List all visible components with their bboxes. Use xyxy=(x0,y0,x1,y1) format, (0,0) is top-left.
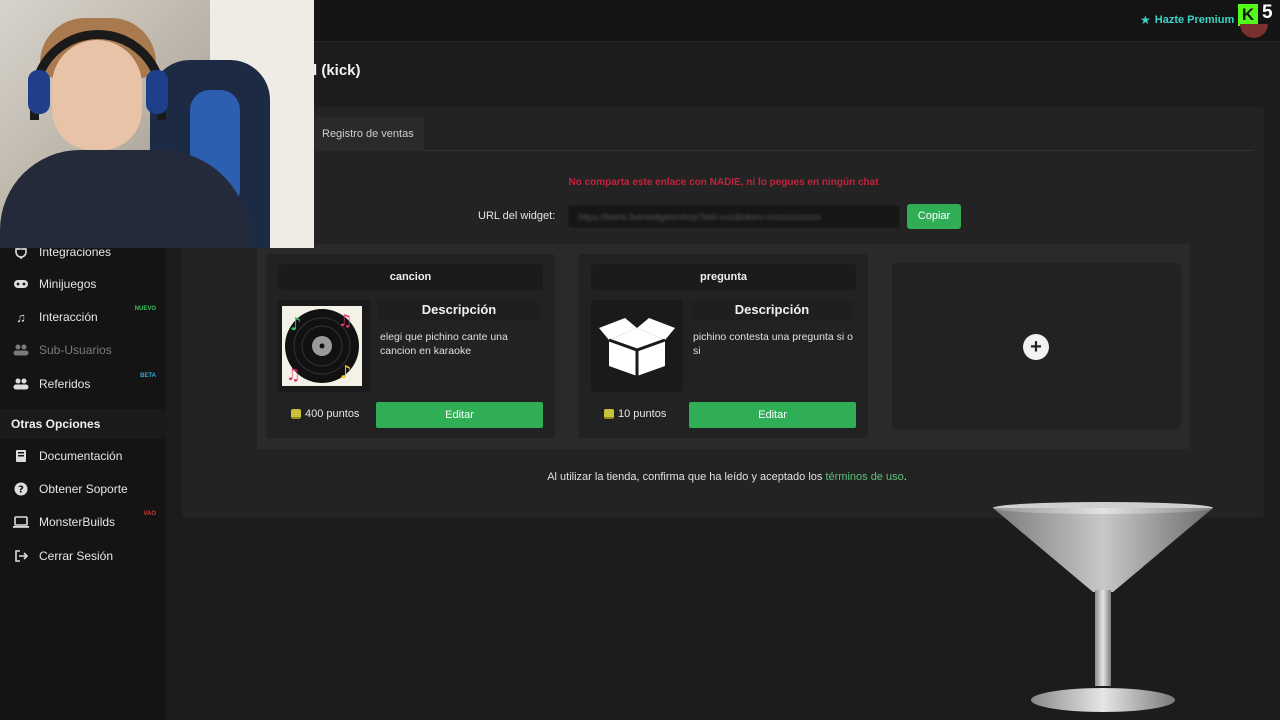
beta-badge: BETA xyxy=(140,373,156,379)
sidebar-item-label: Cerrar Sesión xyxy=(39,549,114,563)
sidebar-item-label: Documentación xyxy=(39,449,123,463)
tab-row: Registro de ventas xyxy=(192,117,1254,151)
new-badge: NUEVO xyxy=(134,306,156,312)
terms-suffix: . xyxy=(903,471,907,483)
terms-link[interactable]: términos de uso xyxy=(825,471,903,483)
sidebar-item-obtener-soporte[interactable]: ? Obtener Soporte xyxy=(0,474,166,504)
sidebar-item-label: Minijuegos xyxy=(39,277,97,291)
sidebar-item-minijuegos[interactable]: Minijuegos xyxy=(0,269,166,299)
url-label: URL del widget: xyxy=(478,210,556,222)
gamepad-icon xyxy=(13,276,29,292)
svg-text:?: ? xyxy=(18,485,24,496)
section-title-otras-opciones: Otras Opciones xyxy=(0,409,166,439)
description-heading: Descripción xyxy=(378,300,540,320)
warning-text: No comparta este enlace con NADIE, ni lo… xyxy=(568,177,879,188)
description-text: pichino contesta una pregunta si o si xyxy=(693,331,853,357)
price: 10 puntos xyxy=(604,408,666,420)
card-image xyxy=(591,300,683,392)
price: 400 puntos xyxy=(291,408,359,420)
card-image: ♪ ♫ ♪ ♫ xyxy=(278,300,370,392)
star-icon: ★ xyxy=(1140,13,1151,27)
svg-text:♪: ♪ xyxy=(340,362,352,383)
laptop-icon xyxy=(13,514,29,530)
terms-notice: Al utilizar la tienda, confirma que ha l… xyxy=(400,471,1054,483)
card-title: pregunta xyxy=(591,264,856,290)
music-icon: ♫ xyxy=(16,309,26,325)
tab-registro-de-ventas[interactable]: Registro de ventas xyxy=(312,117,424,151)
sidebar-item-cerrar-sesion[interactable]: Cerrar Sesión xyxy=(0,541,166,571)
page-title: d (kick) xyxy=(308,62,361,79)
reward-card: cancion ♪ ♫ ♪ ♫ Descripción elegi que pi… xyxy=(266,254,555,438)
copy-button[interactable]: Copiar xyxy=(907,204,961,229)
sidebar-item-referidos[interactable]: Referidos BETA xyxy=(0,369,166,399)
coins-icon xyxy=(604,409,614,419)
users-icon xyxy=(13,376,29,392)
svg-text:♫: ♫ xyxy=(286,365,300,384)
book-icon xyxy=(13,448,29,464)
premium-label: Hazte Premium xyxy=(1154,14,1235,26)
sidebar-item-interaccion[interactable]: ♫ Interacción NUEVO xyxy=(0,302,166,332)
coins-icon xyxy=(291,409,301,419)
kick-count: 5 xyxy=(1262,2,1273,23)
help-icon: ? xyxy=(13,481,29,497)
webcam-overlay xyxy=(0,0,314,248)
martini-glass-overlay xyxy=(993,502,1213,712)
edit-button[interactable]: Editar xyxy=(376,402,543,428)
sidebar-item-label: Referidos xyxy=(39,377,91,391)
card-title: cancion xyxy=(278,264,543,290)
avatar[interactable] xyxy=(1240,24,1268,38)
price-label: 400 puntos xyxy=(305,408,360,420)
description-text: elegi que pichino cante una cancion en k… xyxy=(380,331,508,357)
sidebar-item-label: MonsterBuilds xyxy=(39,515,116,529)
sidebar-item-monsterbuilds[interactable]: MonsterBuilds VAO xyxy=(0,507,166,537)
add-reward-card[interactable]: + xyxy=(892,263,1181,429)
vao-badge: VAO xyxy=(143,511,156,517)
premium-link[interactable]: ★ Hazte Premium xyxy=(1140,13,1234,27)
svg-text:♪: ♪ xyxy=(290,314,302,335)
sidebar-item-documentacion[interactable]: Documentación xyxy=(0,441,166,471)
users-icon xyxy=(13,342,29,358)
sidebar-item-sub-usuarios[interactable]: Sub-Usuarios xyxy=(0,335,166,365)
logout-icon xyxy=(13,548,29,564)
vinyl-record-icon: ♪ ♫ ♪ ♫ xyxy=(282,306,362,386)
edit-button[interactable]: Editar xyxy=(689,402,856,428)
sidebar-item-label: Interacción xyxy=(39,310,98,324)
kick-logo-icon: K xyxy=(1238,4,1258,26)
svg-text:♫: ♫ xyxy=(338,311,352,330)
widget-url-field[interactable]: https://botrix.live/widgets/shop?bid=xxx… xyxy=(567,204,901,229)
reward-card: pregunta Descripción pichino contesta un… xyxy=(579,254,868,438)
description-heading: Descripción xyxy=(691,300,853,320)
sidebar-item-label: Sub-Usuarios xyxy=(39,343,112,357)
sidebar-item-label: Obtener Soporte xyxy=(39,482,128,496)
price-label: 10 puntos xyxy=(618,408,667,420)
terms-prefix: Al utilizar la tienda, confirma que ha l… xyxy=(547,471,823,483)
plus-icon: + xyxy=(1023,334,1049,360)
box-icon xyxy=(599,318,675,376)
